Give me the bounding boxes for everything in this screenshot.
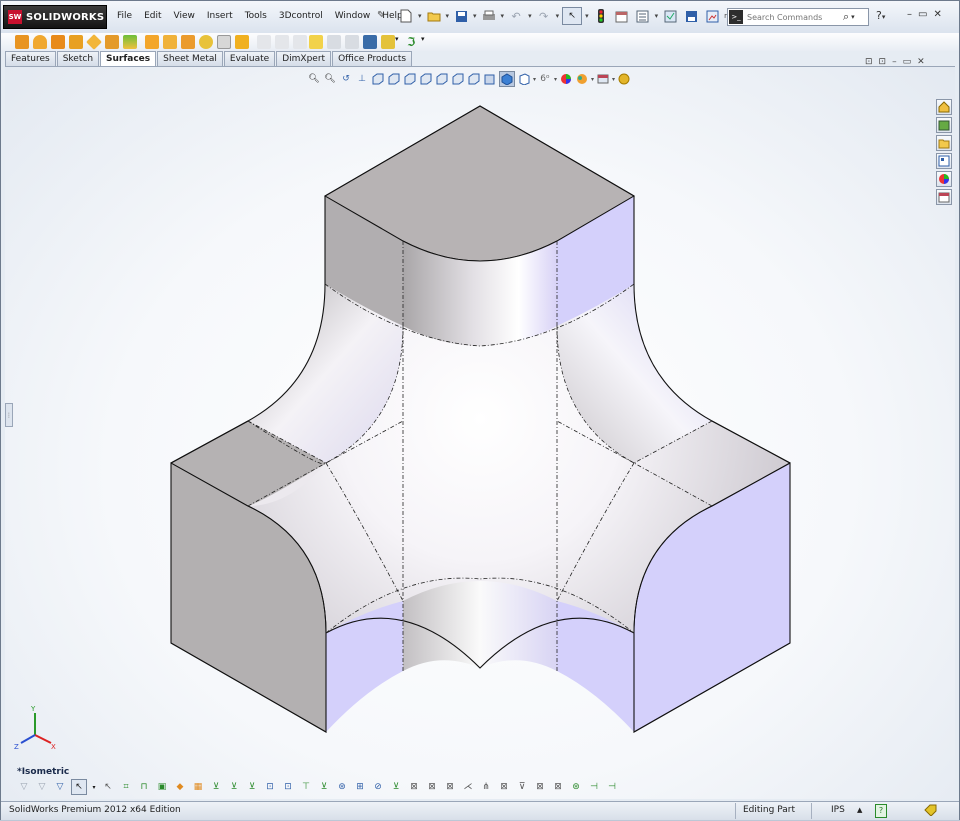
filter-notes-icon[interactable]: ⊘ <box>371 780 385 794</box>
filter-faces-icon[interactable]: ⊓ <box>137 780 151 794</box>
filter-dowel-pins-icon[interactable]: ⊠ <box>443 780 457 794</box>
status-edition: SolidWorks Premium 2012 x64 Edition <box>9 805 181 815</box>
filter-axes-icon[interactable]: ▦ <box>191 780 205 794</box>
coordinate-triad: Y Z X <box>14 705 56 751</box>
filter-weld-symbols-icon[interactable]: ⊻ <box>389 780 403 794</box>
status-bar: SolidWorks Premium 2012 x64 Edition Edit… <box>1 801 959 820</box>
filter-surface-bodies-icon[interactable]: ▣ <box>155 780 169 794</box>
current-view-label: *Isometric <box>17 767 70 777</box>
status-units[interactable]: IPS <box>831 805 845 815</box>
status-rebuild-tag-icon[interactable] <box>923 804 937 819</box>
filter-center-marks-icon[interactable]: ⊡ <box>281 780 295 794</box>
filter-edges-icon[interactable]: ⌗ <box>119 780 133 794</box>
status-units-arrow-icon[interactable]: ▲ <box>857 806 862 814</box>
select-all-filters-icon[interactable]: ▽ <box>53 780 67 794</box>
filter-stacked-balloons-icon[interactable]: ⊠ <box>533 780 547 794</box>
filter-sketch-points-icon[interactable]: ⊻ <box>227 780 241 794</box>
status-editing-part: Editing Part <box>743 805 795 815</box>
status-help-icon[interactable]: ? <box>875 804 887 818</box>
filter-midpoints-icon[interactable]: ⊡ <box>263 780 277 794</box>
filter-pmi-icon[interactable]: ⊛ <box>569 780 583 794</box>
clear-filters-icon[interactable]: ▽ <box>35 780 49 794</box>
filter-pointer-icon[interactable]: ↖ <box>71 779 87 795</box>
triad-x-label: X <box>51 743 56 751</box>
triad-z-label: Z <box>14 743 19 751</box>
filter-cosmetic-welds-icon[interactable]: ⊠ <box>551 780 565 794</box>
filter-solid-bodies-icon[interactable]: ◆ <box>173 780 187 794</box>
status-separator <box>811 803 812 819</box>
toggle-filters-icon[interactable]: ▽ <box>17 780 31 794</box>
filter-planes-icon[interactable]: ⊻ <box>209 780 223 794</box>
filter-balloons-icon[interactable]: ⊽ <box>515 780 529 794</box>
filter-blocks-icon[interactable]: ⊠ <box>497 780 511 794</box>
filter-close-icon[interactable]: ⊣ <box>605 780 619 794</box>
solidworks-window: SW SOLIDWORKS File Edit View Insert Tool… <box>0 0 960 820</box>
filter-geometric-tolerances-icon[interactable]: ⊞ <box>353 780 367 794</box>
filter-pointer-dropdown-icon[interactable]: ▾ <box>91 780 97 794</box>
status-separator <box>735 803 736 819</box>
model-front-tube-face[interactable] <box>403 581 557 671</box>
triad-y-label: Y <box>30 705 36 713</box>
filter-dimensions-icon[interactable]: ⊻ <box>317 780 331 794</box>
filter-datum-targets-icon[interactable]: ⊠ <box>407 780 421 794</box>
selection-filter-toolbar: ▽ ▽ ▽ ↖ ▾ ↖ ⌗ ⊓ ▣ ◆ ▦ ⊻ ⊻ ⊻ ⊡ ⊡ ⊤ ⊻ ⊛ ⊞ … <box>17 779 619 795</box>
filter-connection-points-icon[interactable]: ⋌ <box>461 780 475 794</box>
filter-sketch-segments-icon[interactable]: ⊻ <box>245 780 259 794</box>
filter-routing-points-icon[interactable]: ⋔ <box>479 780 493 794</box>
filter-cosmetic-threads-icon[interactable]: ⊠ <box>425 780 439 794</box>
filter-mates-icon[interactable]: ⊣ <box>587 780 601 794</box>
filter-vertices-icon[interactable]: ↖ <box>101 780 115 794</box>
model-3d-part[interactable] <box>1 1 960 821</box>
filter-centerlines-icon[interactable]: ⊤ <box>299 780 313 794</box>
filter-surface-finish-icon[interactable]: ⊛ <box>335 780 349 794</box>
